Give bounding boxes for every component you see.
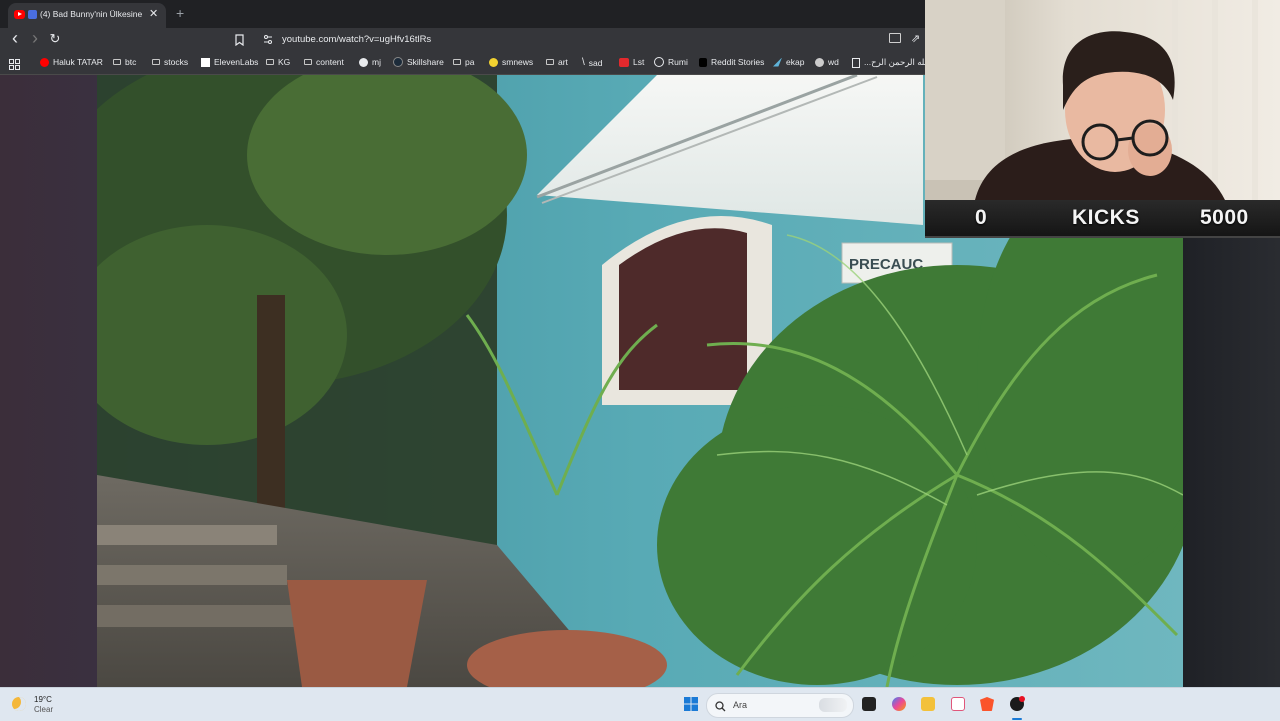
score-left: 0 xyxy=(975,206,988,229)
browser-tab[interactable]: (4) Bad Bunny'nin Ülkesine G ✕ xyxy=(8,3,166,28)
folder-icon xyxy=(453,59,461,65)
brave-browser-icon[interactable] xyxy=(980,697,994,711)
bookmark-kg[interactable]: KG xyxy=(266,57,290,67)
search-icon xyxy=(715,699,726,717)
folder-icon xyxy=(546,59,554,65)
bookmark-ekap[interactable]: ekap xyxy=(773,57,804,67)
notification-dot-icon xyxy=(1019,696,1025,702)
back-button[interactable]: ‹ xyxy=(6,28,24,49)
youtube-icon xyxy=(40,57,49,67)
address-bar[interactable]: youtube.com/watch?v=ugHfv16tlRs ⇗ xyxy=(255,29,920,50)
wd-icon xyxy=(815,57,824,67)
bookmark-stocks[interactable]: stocks xyxy=(152,57,188,67)
browser-toolbar: ‹ › ↻ youtube.com/watch?v=ugHfv16tlRs ⇗ xyxy=(0,28,925,52)
score-right: 5000 xyxy=(1200,206,1249,229)
reload-button[interactable]: ↻ xyxy=(46,31,64,47)
cast-icon[interactable] xyxy=(889,33,901,43)
streamer-webcam-image xyxy=(925,0,1258,200)
kick-counter-bar: 0 KICKS 5000 xyxy=(925,200,1280,238)
bookmark-icon[interactable] xyxy=(235,33,244,47)
bookmark-arabic[interactable]: ...الله الرحمن الرح xyxy=(852,57,930,68)
folder-icon xyxy=(152,59,160,65)
kicks-label: KICKS xyxy=(1072,206,1140,229)
windows-start-icon[interactable] xyxy=(684,697,698,711)
close-tab-icon[interactable]: ✕ xyxy=(149,7,158,20)
webcam-overlay xyxy=(925,0,1280,200)
bookmark-btc[interactable]: btc xyxy=(113,57,136,67)
youtube-favicon-icon xyxy=(14,10,25,19)
bird-icon xyxy=(773,57,782,67)
side-panel xyxy=(1183,236,1280,687)
moon-weather-icon[interactable] xyxy=(12,697,26,711)
copilot-icon[interactable] xyxy=(892,697,906,711)
slash-icon: \ xyxy=(582,57,585,68)
bookmark-smnews[interactable]: smnews xyxy=(489,57,533,67)
search-placeholder: Ara xyxy=(733,700,748,710)
elevenlabs-icon xyxy=(201,57,210,67)
skillshare-icon xyxy=(393,57,403,67)
folder-icon xyxy=(266,59,274,65)
bookmark-lst[interactable]: Lst xyxy=(619,57,644,67)
windows-taskbar: 19°C Clear Ara xyxy=(0,687,1280,721)
tab-strip: (4) Bad Bunny'nin Ülkesine G ✕ + xyxy=(0,0,925,28)
tab-title: (4) Bad Bunny'nin Ülkesine G xyxy=(40,9,144,19)
task-view-icon[interactable] xyxy=(862,697,876,711)
site-settings-icon[interactable] xyxy=(263,33,273,45)
search-highlight-icon xyxy=(819,698,847,712)
page-icon xyxy=(852,57,860,68)
bookmark-rumi[interactable]: Rumi xyxy=(654,57,688,67)
apps-grid-icon[interactable] xyxy=(9,57,20,70)
weather-temperature[interactable]: 19°C xyxy=(34,695,52,704)
forward-button[interactable]: › xyxy=(26,28,44,49)
snipping-tool-icon[interactable] xyxy=(951,697,965,711)
new-tab-button[interactable]: + xyxy=(176,5,184,21)
bookmark-content[interactable]: content xyxy=(304,57,344,67)
smile-icon xyxy=(489,57,498,67)
bookmark-sad[interactable]: \ sad xyxy=(582,57,603,68)
share-icon[interactable]: ⇗ xyxy=(911,32,920,45)
folder-icon xyxy=(113,59,121,65)
url-text: youtube.com/watch?v=ugHfv16tlRs xyxy=(282,34,432,45)
taskbar-search[interactable]: Ara xyxy=(706,693,854,718)
bookmark-mj[interactable]: mj xyxy=(359,57,381,67)
weather-condition[interactable]: Clear xyxy=(34,705,53,714)
bookmark-elevenlabs[interactable]: ElevenLabs xyxy=(201,57,258,67)
bookmark-skillshare[interactable]: Skillshare xyxy=(393,57,444,67)
folder-icon xyxy=(304,59,312,65)
bookmark-reddit-stories[interactable]: Reddit Stories xyxy=(699,57,764,67)
d-logo-icon xyxy=(699,57,707,67)
globe-icon xyxy=(654,57,664,67)
github-icon xyxy=(359,57,368,67)
bookmarks-bar: Haluk TATAR btc stocks ElevenLabs KG con… xyxy=(0,52,930,75)
s-logo-icon xyxy=(619,57,629,67)
bookmark-art[interactable]: art xyxy=(546,57,568,67)
bookmark-haluk-tatar[interactable]: Haluk TATAR xyxy=(40,57,103,67)
bookmark-pa[interactable]: pa xyxy=(453,57,474,67)
tab-group-icon xyxy=(28,10,37,19)
file-explorer-icon[interactable] xyxy=(921,697,935,711)
bookmark-wd[interactable]: wd xyxy=(815,57,839,67)
